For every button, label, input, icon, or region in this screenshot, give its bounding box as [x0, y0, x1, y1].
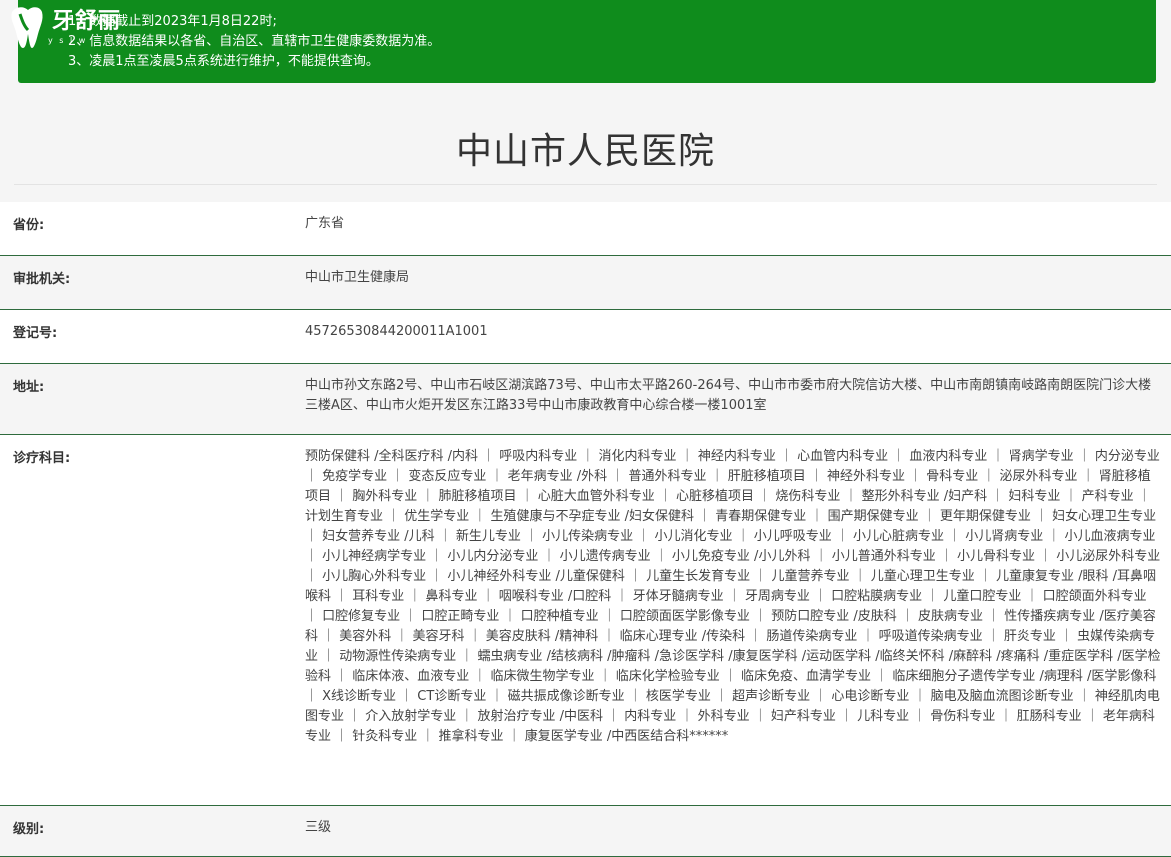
title-section: 中山市人民医院: [14, 100, 1157, 185]
province-value: 广东省: [293, 202, 1171, 256]
row-authority: 审批机关: 中山市卫生健康局: [0, 255, 1171, 310]
level-value: 三级: [293, 805, 1171, 857]
authority-label: 审批机关:: [0, 255, 293, 310]
site-logo[interactable]: 牙舒丽 y s l w: [0, 0, 140, 60]
row-address: 地址: 中山市孙文东路2号、中山市石岐区湖滨路73号、中山市太平路260-264…: [0, 363, 1171, 435]
logo-text: 牙舒丽: [52, 8, 122, 34]
departments-value: 预防保健科 /全科医疗科 /内科 ｜ 呼吸内科专业 ｜ 消化内科专业 ｜ 神经内…: [305, 449, 1161, 744]
hospital-info-table: 省份: 广东省 审批机关: 中山市卫生健康局 登记号: 457265308442…: [0, 202, 1171, 857]
row-departments: 诊疗科目: 预防保健科 /全科医疗科 /内科 ｜ 呼吸内科专业 ｜ 消化内科专业…: [0, 434, 1171, 806]
notice-line-1: 1、数据截止到2023年1月8日22时;: [68, 14, 277, 29]
level-label: 级别:: [0, 805, 293, 857]
departments-cell: 预防保健科 /全科医疗科 /内科 ｜ 呼吸内科专业 ｜ 消化内科专业 ｜ 神经内…: [293, 434, 1171, 806]
notice-banner: 1、数据截止到2023年1月8日22时; 2、信息数据结果以各省、自治区、直辖市…: [18, 0, 1156, 83]
address-label: 地址:: [0, 363, 293, 435]
authority-value: 中山市卫生健康局: [293, 255, 1171, 310]
notice-line-2: 2、信息数据结果以各省、自治区、直辖市卫生健康委数据为准。: [68, 34, 441, 49]
row-province: 省份: 广东省: [0, 202, 1171, 256]
page-title: 中山市人民医院: [455, 131, 715, 172]
registration-value: 45726530844200011A1001: [293, 309, 1171, 364]
row-level: 级别: 三级: [0, 805, 1171, 857]
row-registration: 登记号: 45726530844200011A1001: [0, 309, 1171, 364]
province-label: 省份:: [0, 202, 293, 256]
notice-line-3: 3、凌晨1点至凌晨5点系统进行维护，不能提供查询。: [68, 54, 379, 69]
departments-label: 诊疗科目:: [0, 434, 293, 806]
registration-label: 登记号:: [0, 309, 293, 364]
address-value: 中山市孙文东路2号、中山市石岐区湖滨路73号、中山市太平路260-264号、中山…: [293, 363, 1171, 435]
tooth-logo-icon: [11, 7, 43, 48]
logo-subtext: y s l w: [48, 36, 88, 45]
